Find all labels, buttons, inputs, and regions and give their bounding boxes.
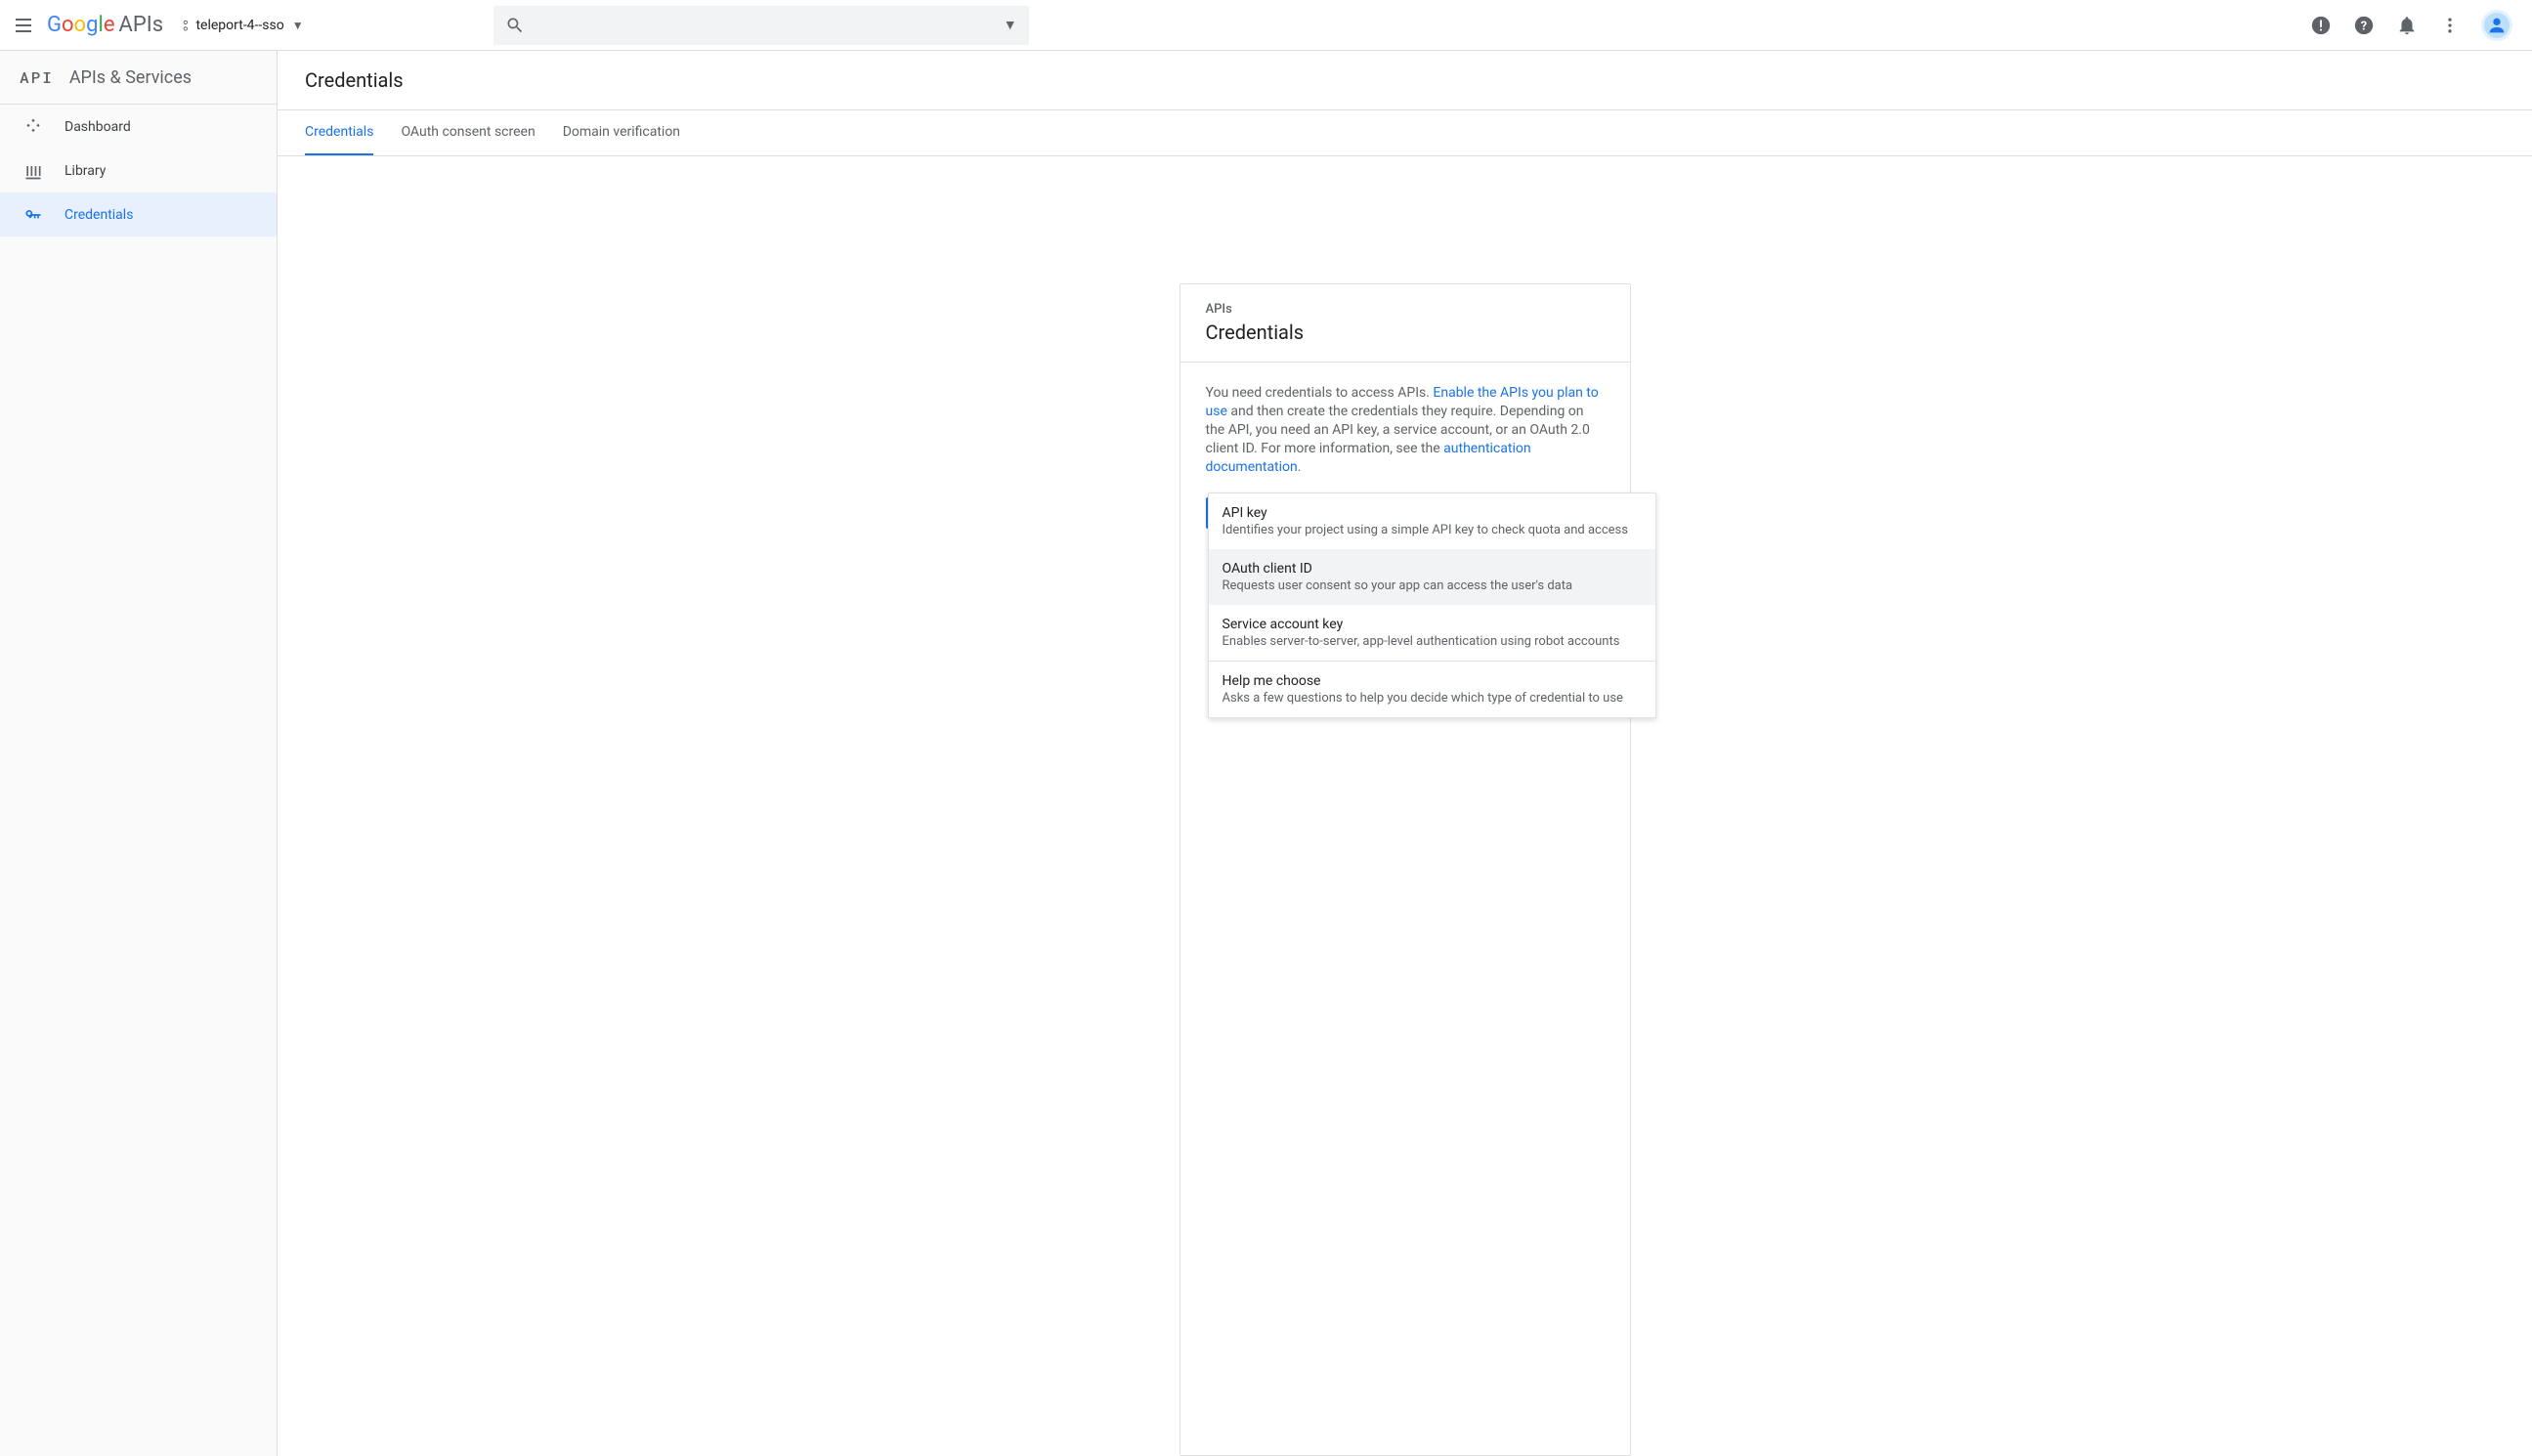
chevron-down-icon: ▼	[1004, 17, 1017, 33]
menu-button[interactable]	[12, 14, 35, 37]
more-icon[interactable]	[2438, 14, 2462, 37]
sidebar-item-label: Library	[64, 163, 106, 179]
sidebar-section-title: APIs & Services	[69, 67, 192, 88]
google-logo: Google	[47, 13, 114, 37]
page-title: Credentials	[305, 68, 2505, 92]
dropdown-item-service-account-key[interactable]: Service account key Enables server-to-se…	[1209, 605, 1655, 661]
dropdown-item-help-me-choose[interactable]: Help me choose Asks a few questions to h…	[1209, 661, 1655, 717]
chevron-down-icon: ▼	[292, 19, 304, 32]
create-credentials-dropdown: API key Identifies your project using a …	[1208, 492, 1656, 718]
project-icon: ⦂	[183, 17, 188, 34]
card-title: Credentials	[1206, 321, 1605, 344]
sidebar-item-library[interactable]: Library	[0, 149, 277, 193]
tab-credentials[interactable]: Credentials	[305, 110, 373, 155]
announcement-icon[interactable]	[2309, 14, 2333, 37]
card-eyebrow: APIs	[1206, 302, 1605, 317]
card-description: You need credentials to access APIs. Ena…	[1206, 384, 1605, 476]
account-avatar[interactable]	[2481, 10, 2512, 41]
api-icon: API	[20, 67, 54, 88]
sidebar-section-header[interactable]: API APIs & Services	[0, 51, 277, 105]
svg-text:?: ?	[2361, 19, 2367, 33]
sidebar-item-dashboard[interactable]: Dashboard	[0, 105, 277, 149]
sidebar-item-label: Dashboard	[64, 119, 131, 135]
apis-suffix: APIs	[118, 13, 163, 37]
help-icon[interactable]: ?	[2352, 14, 2376, 37]
project-picker[interactable]: ⦂ teleport-4--sso ▼	[183, 17, 304, 34]
key-icon	[23, 205, 43, 225]
tab-oauth-consent[interactable]: OAuth consent screen	[401, 110, 535, 155]
dashboard-icon	[23, 117, 43, 137]
google-apis-logo[interactable]: Google APIs	[47, 13, 163, 37]
dropdown-item-api-key[interactable]: API key Identifies your project using a …	[1209, 493, 1655, 549]
credentials-card: APIs Credentials You need credentials to…	[1180, 283, 1631, 1456]
search-icon	[505, 16, 525, 35]
notifications-icon[interactable]	[2395, 14, 2419, 37]
search-input[interactable]: ▼	[494, 6, 1029, 45]
library-icon	[23, 161, 43, 181]
sidebar-item-label: Credentials	[64, 207, 133, 223]
project-name: teleport-4--sso	[195, 18, 283, 33]
tab-domain-verification[interactable]: Domain verification	[563, 110, 680, 155]
sidebar-item-credentials[interactable]: Credentials	[0, 193, 277, 236]
dropdown-item-oauth-client-id[interactable]: OAuth client ID Requests user consent so…	[1209, 549, 1655, 605]
